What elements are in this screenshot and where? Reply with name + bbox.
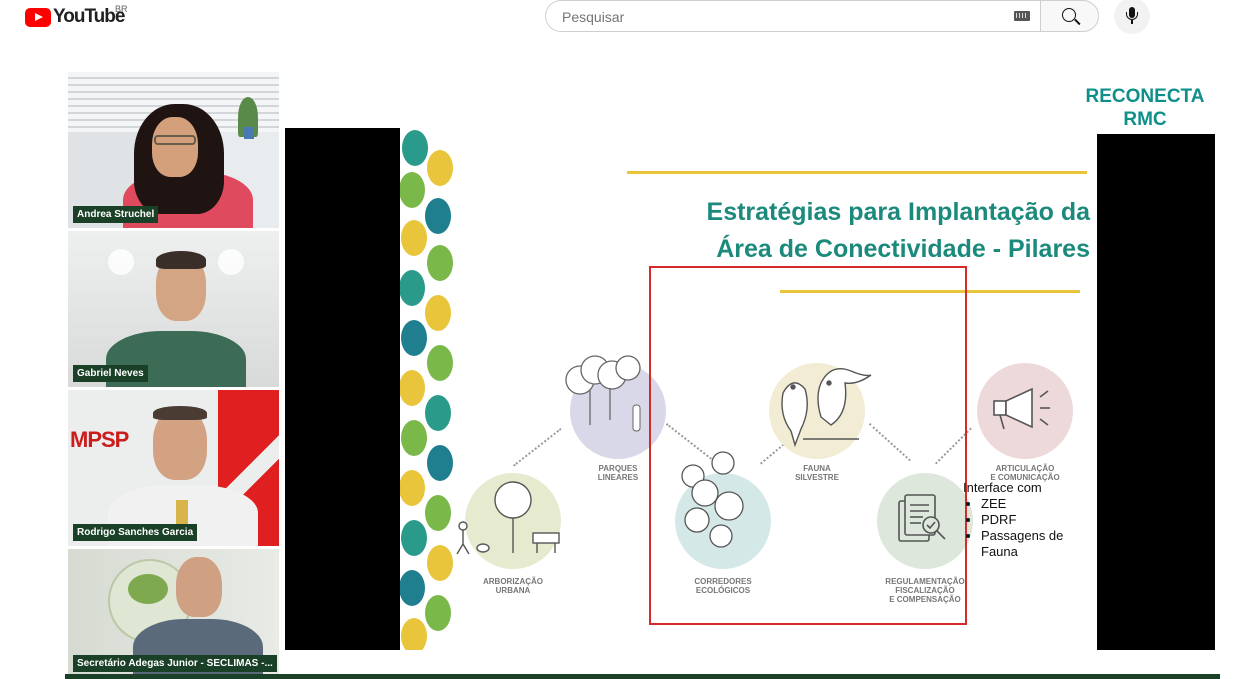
participant-tile: Secretário Adegas Junior - SECLIMAS -... [68, 549, 279, 677]
voice-search-button[interactable] [1114, 0, 1150, 34]
pillar-label: ARBORIZAÇÃO URBANA [483, 577, 543, 595]
trees-icon [565, 355, 641, 432]
black-bar-right [1097, 134, 1215, 650]
youtube-header: YouTube BR [0, 0, 1233, 40]
reconecta-logo: RECONECTA RMC [1085, 86, 1205, 130]
slide-title: Estratégias para Implantação da Área de … [706, 198, 1090, 263]
gold-divider [627, 171, 1087, 174]
country-code: BR [115, 4, 128, 14]
presentation-slide: Estratégias para Implantação da Área de … [285, 128, 1215, 650]
interface-title: Interface com [963, 480, 1042, 495]
participant-tile: Andrea Struchel [68, 72, 279, 228]
participant-name: Andrea Struchel [73, 206, 159, 223]
search-icon [1062, 8, 1076, 22]
decorative-leaf-pattern [400, 130, 453, 650]
youtube-logo[interactable]: YouTube [25, 6, 125, 28]
microphone-icon [1126, 7, 1138, 24]
youtube-play-icon [25, 7, 51, 27]
park-icon [456, 481, 560, 555]
video-player[interactable]: Andrea Struchel Gabriel Neves MPSP Rodri… [65, 62, 1220, 679]
participant-tile: Gabriel Neves [68, 231, 279, 387]
interface-item: PDRF [981, 512, 1091, 528]
interface-item: Passagens de Fauna [981, 528, 1091, 560]
youtube-logo-text: YouTube [53, 6, 125, 27]
participant-name: Gabriel Neves [73, 365, 148, 382]
participant-name: Rodrigo Sanches Garcia [73, 524, 198, 541]
search-box [545, 0, 1040, 32]
interface-item: ZEE [981, 496, 1091, 512]
highlight-box [649, 266, 967, 625]
participant-name: Secretário Adegas Junior - SECLIMAS -... [73, 655, 277, 672]
bottom-bar [65, 674, 1220, 679]
search-input[interactable] [560, 6, 1004, 28]
connector-line [513, 428, 562, 467]
keyboard-icon[interactable] [1014, 11, 1030, 21]
mpsp-logo: MPSP [70, 427, 129, 452]
black-bar-left [285, 128, 400, 650]
participant-tile: MPSP Rodrigo Sanches Garcia [68, 390, 279, 546]
interface-list: Interface com ZEE PDRF Passagens de Faun… [963, 480, 1091, 560]
search-button[interactable] [1040, 0, 1099, 32]
megaphone-icon [993, 387, 1050, 430]
